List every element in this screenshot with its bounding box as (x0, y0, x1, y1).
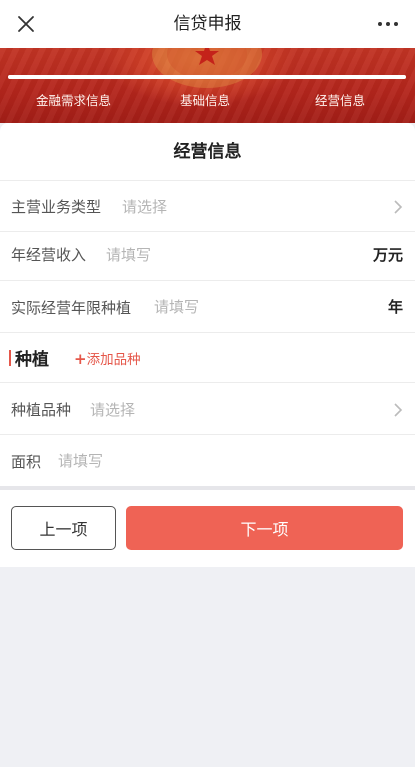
emblem-icon (152, 48, 262, 88)
form-title: 经营信息 (173, 142, 242, 162)
progress-fill (8, 75, 406, 79)
main-business-label: 主营业务类型 (11, 198, 102, 216)
progress-track (8, 75, 406, 79)
years-planting-input[interactable]: 请填写 (154, 296, 199, 317)
chevron-right-icon (394, 200, 403, 214)
button-bar: 上一项 下一项 (0, 490, 415, 567)
variety-row[interactable]: 种植品种 请选择 (0, 382, 415, 434)
step-finance-needs: 金融需求信息 (36, 93, 112, 108)
add-variety-button[interactable]: +添加品种 (74, 348, 141, 368)
chevron-right-icon (394, 403, 403, 417)
area-row: 面积 请填写 (0, 434, 415, 486)
years-planting-label: 实际经营年限种植 (11, 299, 132, 317)
annual-income-unit: 万元 (372, 246, 403, 264)
variety-label: 种植品种 (11, 401, 72, 419)
progress-banner: 金融需求信息 基础信息 经营信息 (0, 48, 415, 123)
form-card: 经营信息 主营业务类型 请选择 年经营收入 请填写 万元 实际经营年限种植 请填… (0, 123, 415, 486)
step-business-info: 经营信息 (315, 93, 366, 108)
page-title: 信贷申报 (173, 14, 242, 34)
years-planting-row: 实际经营年限种植 请填写 年 (0, 280, 415, 332)
more-dots-icon[interactable] (375, 12, 401, 36)
section-title: 种植 (15, 350, 49, 370)
nav-bar: 信贷申报 (0, 0, 415, 48)
variety-select[interactable]: 请选择 (90, 399, 135, 420)
next-button[interactable]: 下一项 (126, 506, 403, 550)
section-accent-bar (9, 350, 11, 366)
main-business-row[interactable]: 主营业务类型 请选择 (0, 180, 415, 231)
area-label: 面积 (11, 453, 42, 471)
annual-income-row: 年经营收入 请填写 万元 (0, 231, 415, 280)
previous-button[interactable]: 上一项 (11, 506, 116, 550)
add-variety-label: 添加品种 (86, 352, 141, 368)
planting-section-header: 种植 +添加品种 (0, 332, 415, 382)
annual-income-input[interactable]: 请填写 (106, 244, 151, 265)
annual-income-label: 年经营收入 (11, 246, 87, 264)
main-business-select[interactable]: 请选择 (122, 196, 167, 217)
area-input[interactable]: 请填写 (58, 450, 103, 471)
step-basic-info: 基础信息 (180, 93, 231, 108)
plus-icon: + (74, 350, 87, 368)
years-planting-unit: 年 (387, 298, 403, 316)
